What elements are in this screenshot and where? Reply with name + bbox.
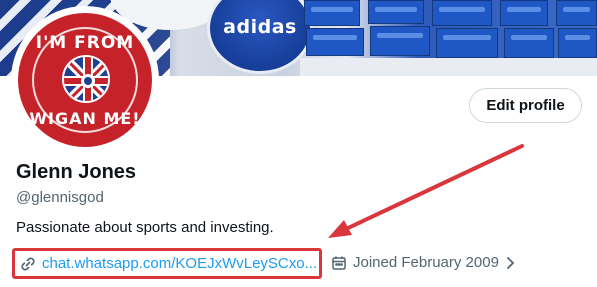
shoe-box [558, 28, 597, 58]
profile-bio: Passionate about sports and investing. [16, 219, 274, 236]
avatar-text-bottom: WIGAN ME! [29, 109, 141, 128]
avatar-badge: I'M FROM WIGAN ME! [18, 13, 152, 147]
shoe-box [306, 28, 364, 56]
shoe-box [500, 0, 548, 26]
shoe-box [436, 28, 498, 58]
joined-date: Joined February 2009 [331, 254, 516, 271]
chevron-right-icon[interactable] [504, 255, 516, 271]
shoe-box [556, 0, 597, 26]
shoe-box [368, 0, 424, 24]
banner-shelf [300, 58, 597, 76]
avatar[interactable]: I'M FROM WIGAN ME! [11, 6, 159, 154]
union-flag-icon [62, 55, 110, 103]
avatar-text-top: I'M FROM [35, 33, 135, 53]
profile-link[interactable]: chat.whatsapp.com/KOEJxWvLeySCxo... [42, 255, 317, 272]
calendar-icon [331, 255, 347, 271]
shoe-box [370, 26, 430, 56]
edit-profile-button[interactable]: Edit profile [469, 88, 582, 123]
joined-text: Joined February 2009 [353, 254, 499, 271]
shoe-box [432, 0, 492, 26]
profile-link-highlight[interactable]: chat.whatsapp.com/KOEJxWvLeySCxo... [12, 248, 322, 279]
shoe-box [304, 0, 360, 26]
link-icon [19, 255, 37, 273]
brand-text: adidas [223, 16, 297, 38]
adidas-badge: adidas [207, 0, 313, 74]
shoe-box [504, 28, 554, 58]
profile-handle: @glennisgod [16, 189, 104, 206]
profile-name: Glenn Jones [16, 161, 137, 183]
